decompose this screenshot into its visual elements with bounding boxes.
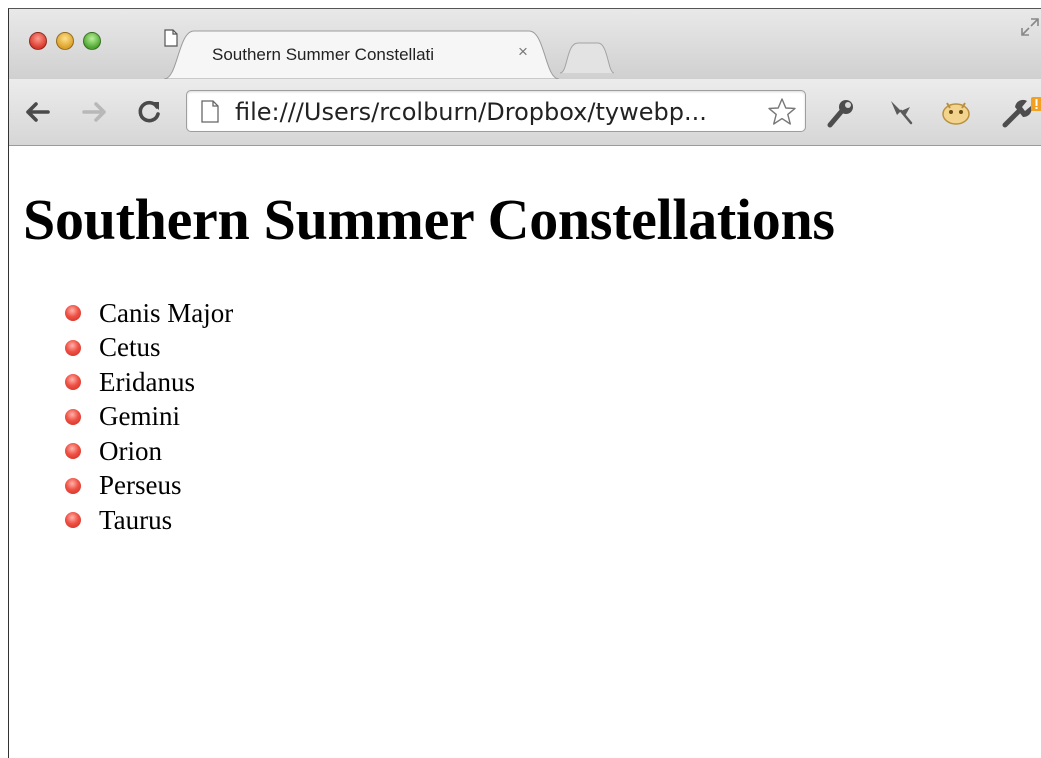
zoom-window-button[interactable]: [83, 32, 101, 50]
tools-icon[interactable]: [825, 97, 857, 129]
list-item: Perseus: [65, 469, 233, 504]
list-item-label: Eridanus: [99, 366, 195, 397]
back-arrow-icon: [26, 102, 50, 122]
list-item-label: Taurus: [99, 504, 173, 535]
forward-button[interactable]: [79, 97, 109, 127]
list-item-label: Cetus: [99, 332, 161, 363]
toolbar: file:///Users/rcolburn/Dropbox/tywebp...: [9, 79, 1041, 146]
minimize-window-button[interactable]: [56, 32, 74, 50]
bullet-icon: [65, 443, 81, 460]
list-item: Orion: [65, 434, 233, 469]
document-icon: [201, 100, 219, 123]
tab-strip: Southern Summer Constellati ×: [9, 9, 1041, 80]
new-tab-button[interactable]: [558, 39, 616, 75]
reload-button[interactable]: [134, 97, 164, 127]
wrench-menu-icon[interactable]: [1001, 97, 1041, 129]
forward-arrow-icon: [82, 102, 106, 122]
tab-close-icon[interactable]: ×: [518, 42, 528, 62]
bullet-icon: [65, 339, 81, 356]
constellation-list: Canis Major Cetus Eridanus Gemini Orion …: [65, 296, 233, 538]
pin-icon[interactable]: [885, 97, 915, 127]
tab-active[interactable]: Southern Summer Constellati ×: [164, 29, 559, 80]
fullscreen-icon[interactable]: [1020, 17, 1040, 37]
list-item-label: Gemini: [99, 401, 180, 432]
list-item: Cetus: [65, 331, 233, 366]
bullet-icon: [65, 512, 81, 529]
browser-window: Southern Summer Constellati × file:///Us…: [8, 8, 1041, 758]
bullet-icon: [65, 477, 81, 494]
reload-icon: [138, 100, 160, 123]
address-bar[interactable]: file:///Users/rcolburn/Dropbox/tywebp...: [186, 90, 806, 132]
bullet-icon: [65, 408, 81, 425]
close-window-button[interactable]: [29, 32, 47, 50]
list-item: Canis Major: [65, 296, 233, 331]
list-item: Gemini: [65, 400, 233, 435]
bookmark-star-icon[interactable]: [767, 97, 797, 127]
bullet-icon: [65, 305, 81, 322]
list-item: Taurus: [65, 503, 233, 538]
back-button[interactable]: [23, 97, 53, 127]
list-item-label: Perseus: [99, 470, 182, 501]
window-controls: [29, 32, 101, 50]
list-item-label: Orion: [99, 435, 162, 466]
page-title: Southern Summer Constellations: [23, 187, 835, 252]
url-text: file:///Users/rcolburn/Dropbox/tywebp...: [235, 98, 707, 126]
bullet-icon: [65, 374, 81, 391]
extension-icon[interactable]: [939, 97, 973, 127]
list-item: Eridanus: [65, 365, 233, 400]
list-item-label: Canis Major: [99, 297, 234, 328]
tab-title: Southern Summer Constellati: [212, 45, 435, 64]
page-content: Southern Summer Constellations Canis Maj…: [9, 146, 1041, 758]
document-icon: [164, 29, 178, 47]
